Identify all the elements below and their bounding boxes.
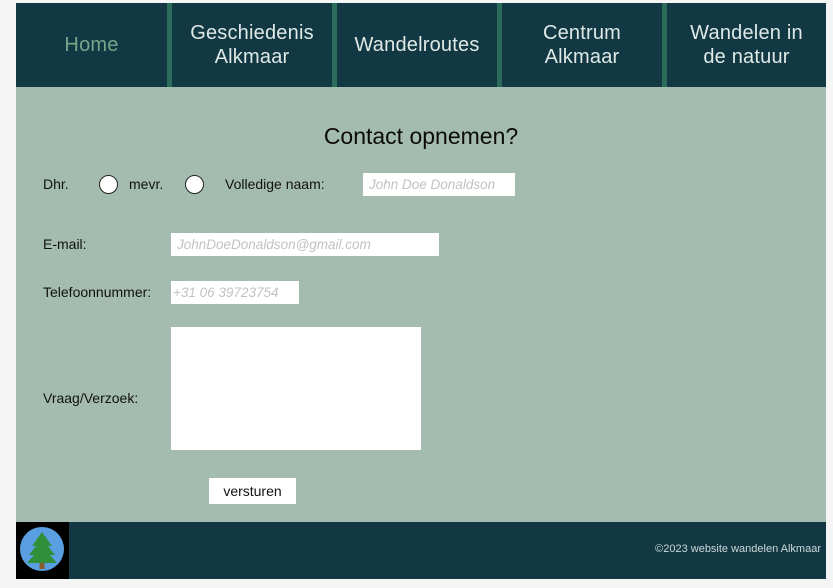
page-title: Contact opnemen? xyxy=(323,123,519,149)
phone-label: Telefoonnummer: xyxy=(43,284,152,300)
phone-input[interactable] xyxy=(171,281,299,304)
copyright-text: ©2023 website wandelen Alkmaar xyxy=(655,543,821,555)
page-frame: Home Geschiedenis Alkmaar Wandelroutes C… xyxy=(16,3,826,579)
full-name-label: Volledige naam: xyxy=(225,176,325,192)
salutation-mevr-radio[interactable] xyxy=(185,175,204,194)
footer: ©2023 website wandelen Alkmaar xyxy=(16,522,826,579)
submit-button[interactable]: versturen xyxy=(209,478,296,504)
salutation-mevr-label: mevr. xyxy=(129,176,164,192)
nav-item-geschiedenis-alkmaar[interactable]: Geschiedenis Alkmaar xyxy=(172,3,332,87)
tree-logo-icon xyxy=(20,527,64,571)
logo[interactable] xyxy=(16,522,69,579)
nav-item-home[interactable]: Home xyxy=(16,3,167,87)
salutation-dhr-label: Dhr. xyxy=(43,176,69,192)
email-label: E-mail: xyxy=(43,236,87,252)
nav-item-centrum-alkmaar[interactable]: Centrum Alkmaar xyxy=(502,3,662,87)
message-textarea[interactable] xyxy=(171,327,421,450)
nav-item-wandelen-in-de-natuur[interactable]: Wandelen in de natuur xyxy=(667,3,826,87)
full-name-input[interactable] xyxy=(363,173,515,196)
message-label: Vraag/Verzoek: xyxy=(43,390,139,406)
top-navigation: Home Geschiedenis Alkmaar Wandelroutes C… xyxy=(16,3,826,87)
salutation-dhr-radio[interactable] xyxy=(99,175,118,194)
nav-item-wandelroutes[interactable]: Wandelroutes xyxy=(337,3,497,87)
email-input[interactable] xyxy=(171,233,439,256)
